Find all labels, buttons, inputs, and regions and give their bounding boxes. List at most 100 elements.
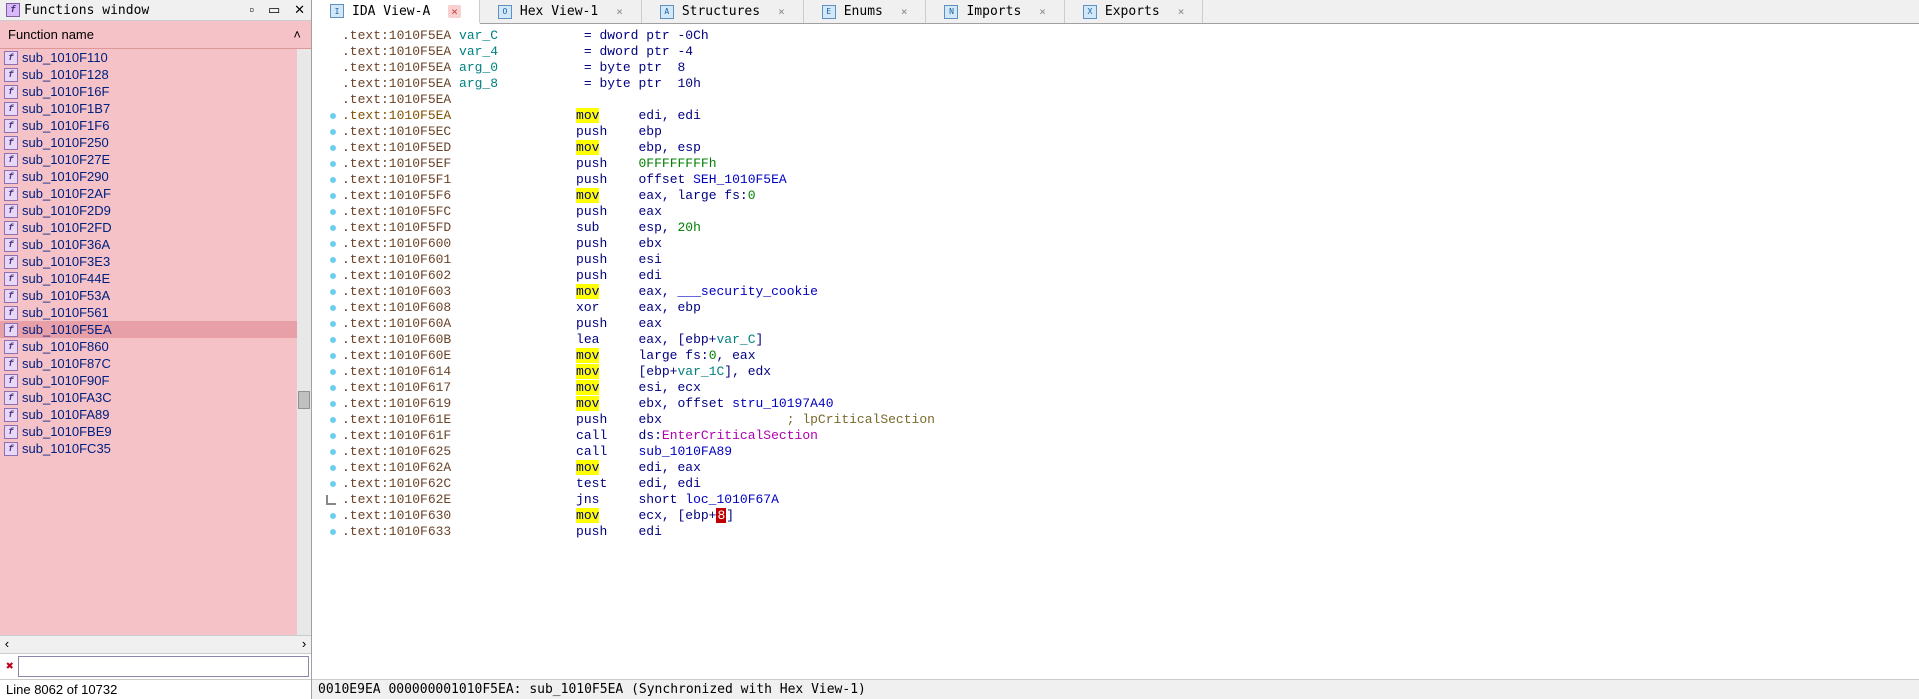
- function-row[interactable]: fsub_1010F1F6: [0, 117, 311, 134]
- disasm-line[interactable]: .text:1010F62A mov edi, eax: [312, 460, 1919, 476]
- line-content: .text:1010F62E jns short loc_1010F67A: [342, 492, 779, 508]
- tab-hex-view-1[interactable]: OHex View-1×: [480, 0, 642, 23]
- filter-input[interactable]: [18, 656, 309, 677]
- function-row[interactable]: fsub_1010F561: [0, 304, 311, 321]
- disasm-line[interactable]: .text:1010F633 push edi: [312, 524, 1919, 540]
- tab-close-icon[interactable]: ×: [1178, 5, 1185, 18]
- tab-exports[interactable]: XExports×: [1065, 0, 1203, 23]
- disasm-line[interactable]: .text:1010F5EA var_C = dword ptr -0Ch: [312, 28, 1919, 44]
- disasm-line[interactable]: .text:1010F5EA: [312, 92, 1919, 108]
- restore-button[interactable]: ▫: [250, 2, 255, 17]
- disasm-line[interactable]: .text:1010F5F1 push offset SEH_1010F5EA: [312, 172, 1919, 188]
- function-row[interactable]: fsub_1010FA3C: [0, 389, 311, 406]
- disasm-line[interactable]: .text:1010F5ED mov ebp, esp: [312, 140, 1919, 156]
- scroll-right-icon[interactable]: ›: [297, 637, 311, 652]
- disasm-line[interactable]: .text:1010F5F6 mov eax, large fs:0: [312, 188, 1919, 204]
- close-button[interactable]: ✕: [294, 2, 305, 17]
- function-row[interactable]: fsub_1010F128: [0, 66, 311, 83]
- disasm-line[interactable]: .text:1010F5EC push ebp: [312, 124, 1919, 140]
- disasm-line[interactable]: .text:1010F601 push esi: [312, 252, 1919, 268]
- tab-close-icon[interactable]: ×: [778, 5, 785, 18]
- disasm-line[interactable]: .text:1010F614 mov [ebp+var_1C], edx: [312, 364, 1919, 380]
- tab-bar: IIDA View-A×OHex View-1×AStructures×EEnu…: [312, 0, 1919, 24]
- tab-close-icon[interactable]: ×: [448, 5, 461, 18]
- disasm-line[interactable]: .text:1010F62C test edi, edi: [312, 476, 1919, 492]
- tab-enums[interactable]: EEnums×: [804, 0, 927, 23]
- tab-close-icon[interactable]: ×: [901, 5, 908, 18]
- disasm-line[interactable]: .text:1010F630 mov ecx, [ebp+8]: [312, 508, 1919, 524]
- function-row[interactable]: fsub_1010F36A: [0, 236, 311, 253]
- tab-close-icon[interactable]: ×: [616, 5, 623, 18]
- function-row[interactable]: fsub_1010F27E: [0, 151, 311, 168]
- line-content: .text:1010F5FD sub esp, 20h: [342, 220, 701, 236]
- gutter: [312, 305, 342, 311]
- function-name: sub_1010F44E: [22, 271, 110, 286]
- disasm-line[interactable]: .text:1010F600 push ebx: [312, 236, 1919, 252]
- disasm-line[interactable]: .text:1010F5EA var_4 = dword ptr -4: [312, 44, 1919, 60]
- function-list[interactable]: fsub_1010F110fsub_1010F128fsub_1010F16Ff…: [0, 49, 311, 635]
- function-row[interactable]: fsub_1010F3E3: [0, 253, 311, 270]
- disasm-line[interactable]: .text:1010F60B lea eax, [ebp+var_C]: [312, 332, 1919, 348]
- disasm-line[interactable]: .text:1010F5EF push 0FFFFFFFFh: [312, 156, 1919, 172]
- disasm-line[interactable]: .text:1010F5EA arg_8 = byte ptr 10h: [312, 76, 1919, 92]
- function-row[interactable]: fsub_1010F860: [0, 338, 311, 355]
- sync-status: 0010E9EA 000000001010F5EA: sub_1010F5EA …: [312, 679, 1919, 699]
- disasm-line[interactable]: .text:1010F602 push edi: [312, 268, 1919, 284]
- breakpoint-dot-icon: [330, 129, 336, 135]
- function-row[interactable]: fsub_1010F110: [0, 49, 311, 66]
- disasm-line[interactable]: .text:1010F61F call ds:EnterCriticalSect…: [312, 428, 1919, 444]
- gutter: [312, 289, 342, 295]
- disasm-line[interactable]: .text:1010F5EA arg_0 = byte ptr 8: [312, 60, 1919, 76]
- disasm-line[interactable]: .text:1010F608 xor eax, ebp: [312, 300, 1919, 316]
- function-row[interactable]: fsub_1010F1B7: [0, 100, 311, 117]
- tab-label: Enums: [844, 4, 883, 19]
- function-row[interactable]: fsub_1010FC35: [0, 440, 311, 457]
- tab-imports[interactable]: NImports×: [926, 0, 1064, 23]
- function-row[interactable]: fsub_1010F2AF: [0, 185, 311, 202]
- function-name: sub_1010F860: [22, 339, 109, 354]
- breakpoint-dot-icon: [330, 417, 336, 423]
- disasm-line[interactable]: .text:1010F617 mov esi, ecx: [312, 380, 1919, 396]
- function-item-icon: f: [4, 374, 18, 388]
- horizontal-scrollbar[interactable]: ‹ ›: [0, 635, 311, 653]
- vertical-scrollbar[interactable]: [297, 49, 311, 635]
- function-row[interactable]: fsub_1010F87C: [0, 355, 311, 372]
- disassembly-view[interactable]: .text:1010F5EA var_C = dword ptr -0Ch.te…: [312, 24, 1919, 679]
- function-item-icon: f: [4, 85, 18, 99]
- function-row[interactable]: fsub_1010F290: [0, 168, 311, 185]
- disasm-line[interactable]: .text:1010F60A push eax: [312, 316, 1919, 332]
- function-row[interactable]: fsub_1010F90F: [0, 372, 311, 389]
- function-row[interactable]: fsub_1010F2FD: [0, 219, 311, 236]
- function-row[interactable]: fsub_1010F250: [0, 134, 311, 151]
- line-content: .text:1010F5EC push ebp: [342, 124, 662, 140]
- disasm-line[interactable]: .text:1010F5FD sub esp, 20h: [312, 220, 1919, 236]
- function-name: sub_1010F290: [22, 169, 109, 184]
- disasm-line[interactable]: .text:1010F625 call sub_1010FA89: [312, 444, 1919, 460]
- disasm-line[interactable]: .text:1010F62E jns short loc_1010F67A: [312, 492, 1919, 508]
- function-item-icon: f: [4, 102, 18, 116]
- function-row[interactable]: fsub_1010F53A: [0, 287, 311, 304]
- function-row[interactable]: fsub_1010F2D9: [0, 202, 311, 219]
- function-row[interactable]: fsub_1010F5EA: [0, 321, 311, 338]
- function-name: sub_1010F561: [22, 305, 109, 320]
- disasm-line[interactable]: .text:1010F5FC push eax: [312, 204, 1919, 220]
- function-row[interactable]: fsub_1010FA89: [0, 406, 311, 423]
- disasm-line[interactable]: .text:1010F61E push ebx ; lpCriticalSect…: [312, 412, 1919, 428]
- maximize-button[interactable]: ▭: [268, 2, 280, 17]
- disasm-line[interactable]: .text:1010F619 mov ebx, offset stru_1019…: [312, 396, 1919, 412]
- disasm-line[interactable]: .text:1010F5EA mov edi, edi: [312, 108, 1919, 124]
- tab-structures[interactable]: AStructures×: [642, 0, 804, 23]
- tab-ida-view-a[interactable]: IIDA View-A×: [312, 0, 480, 24]
- clear-filter-button[interactable]: ✖: [6, 659, 14, 674]
- disasm-line[interactable]: .text:1010F60E mov large fs:0, eax: [312, 348, 1919, 364]
- tab-close-icon[interactable]: ×: [1039, 5, 1046, 18]
- function-row[interactable]: fsub_1010FBE9: [0, 423, 311, 440]
- function-row[interactable]: fsub_1010F44E: [0, 270, 311, 287]
- function-name: sub_1010F1F6: [22, 118, 109, 133]
- disasm-line[interactable]: .text:1010F603 mov eax, ___security_cook…: [312, 284, 1919, 300]
- line-content: .text:1010F625 call sub_1010FA89: [342, 444, 732, 460]
- function-row[interactable]: fsub_1010F16F: [0, 83, 311, 100]
- scroll-left-icon[interactable]: ‹: [0, 637, 14, 652]
- line-content: .text:1010F601 push esi: [342, 252, 662, 268]
- column-header[interactable]: Function name ˄: [0, 21, 311, 49]
